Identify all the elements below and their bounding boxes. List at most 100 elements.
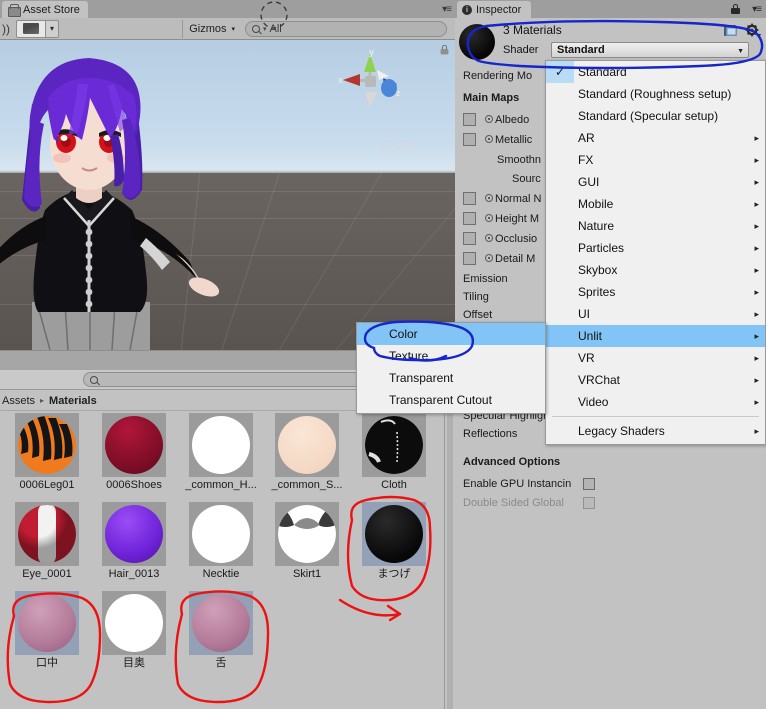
asset-item-eye-0001[interactable]: Eye_0001 <box>6 502 88 581</box>
menu-item-label: Unlit <box>578 329 603 343</box>
asset-thumbnail <box>189 502 253 566</box>
menu-item-vrchat[interactable]: VRChat ▸ <box>546 369 765 391</box>
submenu-item-transparent[interactable]: Transparent <box>357 367 545 389</box>
tab-inspector[interactable]: i Inspector <box>457 1 532 18</box>
asset-item-hair-0013[interactable]: Hair_0013 <box>93 502 175 581</box>
texture-slot-metallic[interactable] <box>463 133 476 146</box>
radio-icon[interactable] <box>485 115 493 123</box>
submenu-item-transparent-cutout[interactable]: Transparent Cutout <box>357 389 545 411</box>
image-effects-icon[interactable] <box>16 19 46 38</box>
asset-sphere <box>105 594 163 652</box>
scene-toolbar: )) ▾ Gizmos ▾ ▾ All <box>0 18 455 40</box>
menu-item-nature[interactable]: Nature ▸ <box>546 215 765 237</box>
gizmos-dropdown[interactable]: Gizmos ▾ <box>182 19 241 38</box>
panel-menu-icon[interactable]: ▾≡ <box>442 4 452 15</box>
submenu-item-color[interactable]: Color <box>357 323 545 345</box>
asset-item-0006shoes[interactable]: 0006Shoes <box>93 413 175 492</box>
asset-item-common-s[interactable]: _common_S... <box>266 413 348 492</box>
asset-sphere <box>278 416 336 474</box>
asset-item-skirt1[interactable]: Skirt1 <box>266 502 348 581</box>
label-reflections: Reflections <box>463 428 518 440</box>
asset-sphere <box>192 416 250 474</box>
chevron-right-icon: ▸ <box>754 397 759 407</box>
menu-item-standard-roughness[interactable]: Standard (Roughness setup) <box>546 83 765 105</box>
chevron-right-icon: ▸ <box>754 375 759 385</box>
chevron-right-icon: ▸ <box>754 287 759 297</box>
project-search-input[interactable] <box>82 372 373 387</box>
menu-item-ui[interactable]: UI ▸ <box>546 303 765 325</box>
radio-icon[interactable] <box>485 254 493 262</box>
preset-icon[interactable] <box>723 23 739 38</box>
radio-icon[interactable] <box>485 234 493 242</box>
asset-label: 0006Leg01 <box>19 479 75 491</box>
breadcrumb-assets[interactable]: Assets <box>2 395 35 407</box>
asset-label: 0006Shoes <box>106 479 162 491</box>
menu-item-ar[interactable]: AR ▸ <box>546 127 765 149</box>
gizmos-label: Gizmos <box>189 22 227 35</box>
chevron-right-icon: ▸ <box>754 331 759 341</box>
scene-search-input[interactable]: ▾ All <box>245 20 447 37</box>
asset-item-kouchuu[interactable]: 口中 <box>6 591 88 670</box>
menu-item-skybox[interactable]: Skybox ▸ <box>546 259 765 281</box>
label-height-map: Height M <box>485 213 539 225</box>
menu-item-particles[interactable]: Particles ▸ <box>546 237 765 259</box>
asset-grid: 0006Leg01 0006Shoes _common_H... _common… <box>0 413 447 709</box>
chevron-right-icon: ▸ <box>754 177 759 187</box>
tab-asset-store[interactable]: Asset Store <box>2 1 88 18</box>
scene-orientation-gizmo[interactable]: y x z <box>337 47 403 114</box>
texture-slot-height-map[interactable] <box>463 212 476 225</box>
asset-item-necktie[interactable]: Necktie <box>180 502 262 581</box>
asset-label: Hair_0013 <box>108 568 160 580</box>
chevron-right-icon: ▸ <box>754 265 759 275</box>
menu-item-video[interactable]: Video ▸ <box>546 391 765 413</box>
texture-slot-albedo[interactable] <box>463 113 476 126</box>
texture-slot-detail-mask[interactable] <box>463 252 476 265</box>
asset-thumbnail <box>362 413 426 477</box>
project-panel: Assets ▸ Materials 0006Leg01 0006Shoes _… <box>0 370 455 709</box>
menu-item-sprites[interactable]: Sprites ▸ <box>546 281 765 303</box>
scene-search-value: All <box>269 22 282 35</box>
asset-item-common-h[interactable]: _common_H... <box>180 413 262 492</box>
checkbox-gpu-instancing[interactable] <box>583 478 595 490</box>
menu-item-mobile[interactable]: Mobile ▸ <box>546 193 765 215</box>
asset-sphere <box>105 416 163 474</box>
asset-item-cloth[interactable]: Cloth <box>353 413 435 492</box>
menu-item-label: Sprites <box>578 285 616 299</box>
material-header: 3 Materials Shader Standard ▼ ▾ <box>455 18 766 66</box>
asset-label: _common_H... <box>185 479 257 491</box>
lock-icon[interactable] <box>731 4 740 14</box>
label-main-maps: Main Maps <box>463 92 520 104</box>
menu-item-standard-specular[interactable]: Standard (Specular setup) <box>546 105 765 127</box>
asset-item-matsuge[interactable]: まつげ <box>353 502 435 581</box>
chevron-right-icon: ▸ <box>754 309 759 319</box>
audio-icon[interactable]: )) <box>0 20 16 38</box>
lock-icon[interactable] <box>440 45 449 55</box>
asset-thumbnail <box>102 502 166 566</box>
scene-view[interactable]: y x z ≺ Persp <box>0 40 455 350</box>
panel-menu-icon[interactable]: ▾≡ <box>752 4 762 15</box>
asset-label: 舌 <box>215 657 227 669</box>
texture-slot-normal-map[interactable] <box>463 192 476 205</box>
gear-icon[interactable]: ▾ <box>745 23 761 38</box>
radio-icon[interactable] <box>485 194 493 202</box>
shader-dropdown[interactable]: Standard ▼ <box>551 42 749 58</box>
radio-icon[interactable] <box>485 214 493 222</box>
menu-item-vr[interactable]: VR ▸ <box>546 347 765 369</box>
texture-slot-occlusion[interactable] <box>463 232 476 245</box>
radio-icon[interactable] <box>485 135 493 143</box>
submenu-item-texture[interactable]: Texture <box>357 345 545 367</box>
menu-item-standard[interactable]: ✓ Standard <box>546 61 765 83</box>
shader-dropdown-menu[interactable]: ✓ Standard Standard (Roughness setup) St… <box>545 60 766 445</box>
chevron-down-icon[interactable]: ▾ <box>46 19 59 38</box>
asset-thumbnail <box>362 502 426 566</box>
menu-item-gui[interactable]: GUI ▸ <box>546 171 765 193</box>
asset-item-shita[interactable]: 舌 <box>180 591 262 670</box>
menu-item-legacy-shaders[interactable]: Legacy Shaders ▸ <box>546 420 765 442</box>
unlit-submenu[interactable]: Color Texture Transparent Transparent Cu… <box>356 322 546 414</box>
asset-item-meoku[interactable]: 目奥 <box>93 591 175 670</box>
breadcrumb-materials[interactable]: Materials <box>49 395 97 407</box>
menu-item-unlit[interactable]: Unlit ▸ <box>546 325 765 347</box>
project-scrollbar[interactable] <box>447 413 453 709</box>
menu-item-fx[interactable]: FX ▸ <box>546 149 765 171</box>
asset-item-0006leg01[interactable]: 0006Leg01 <box>6 413 88 492</box>
